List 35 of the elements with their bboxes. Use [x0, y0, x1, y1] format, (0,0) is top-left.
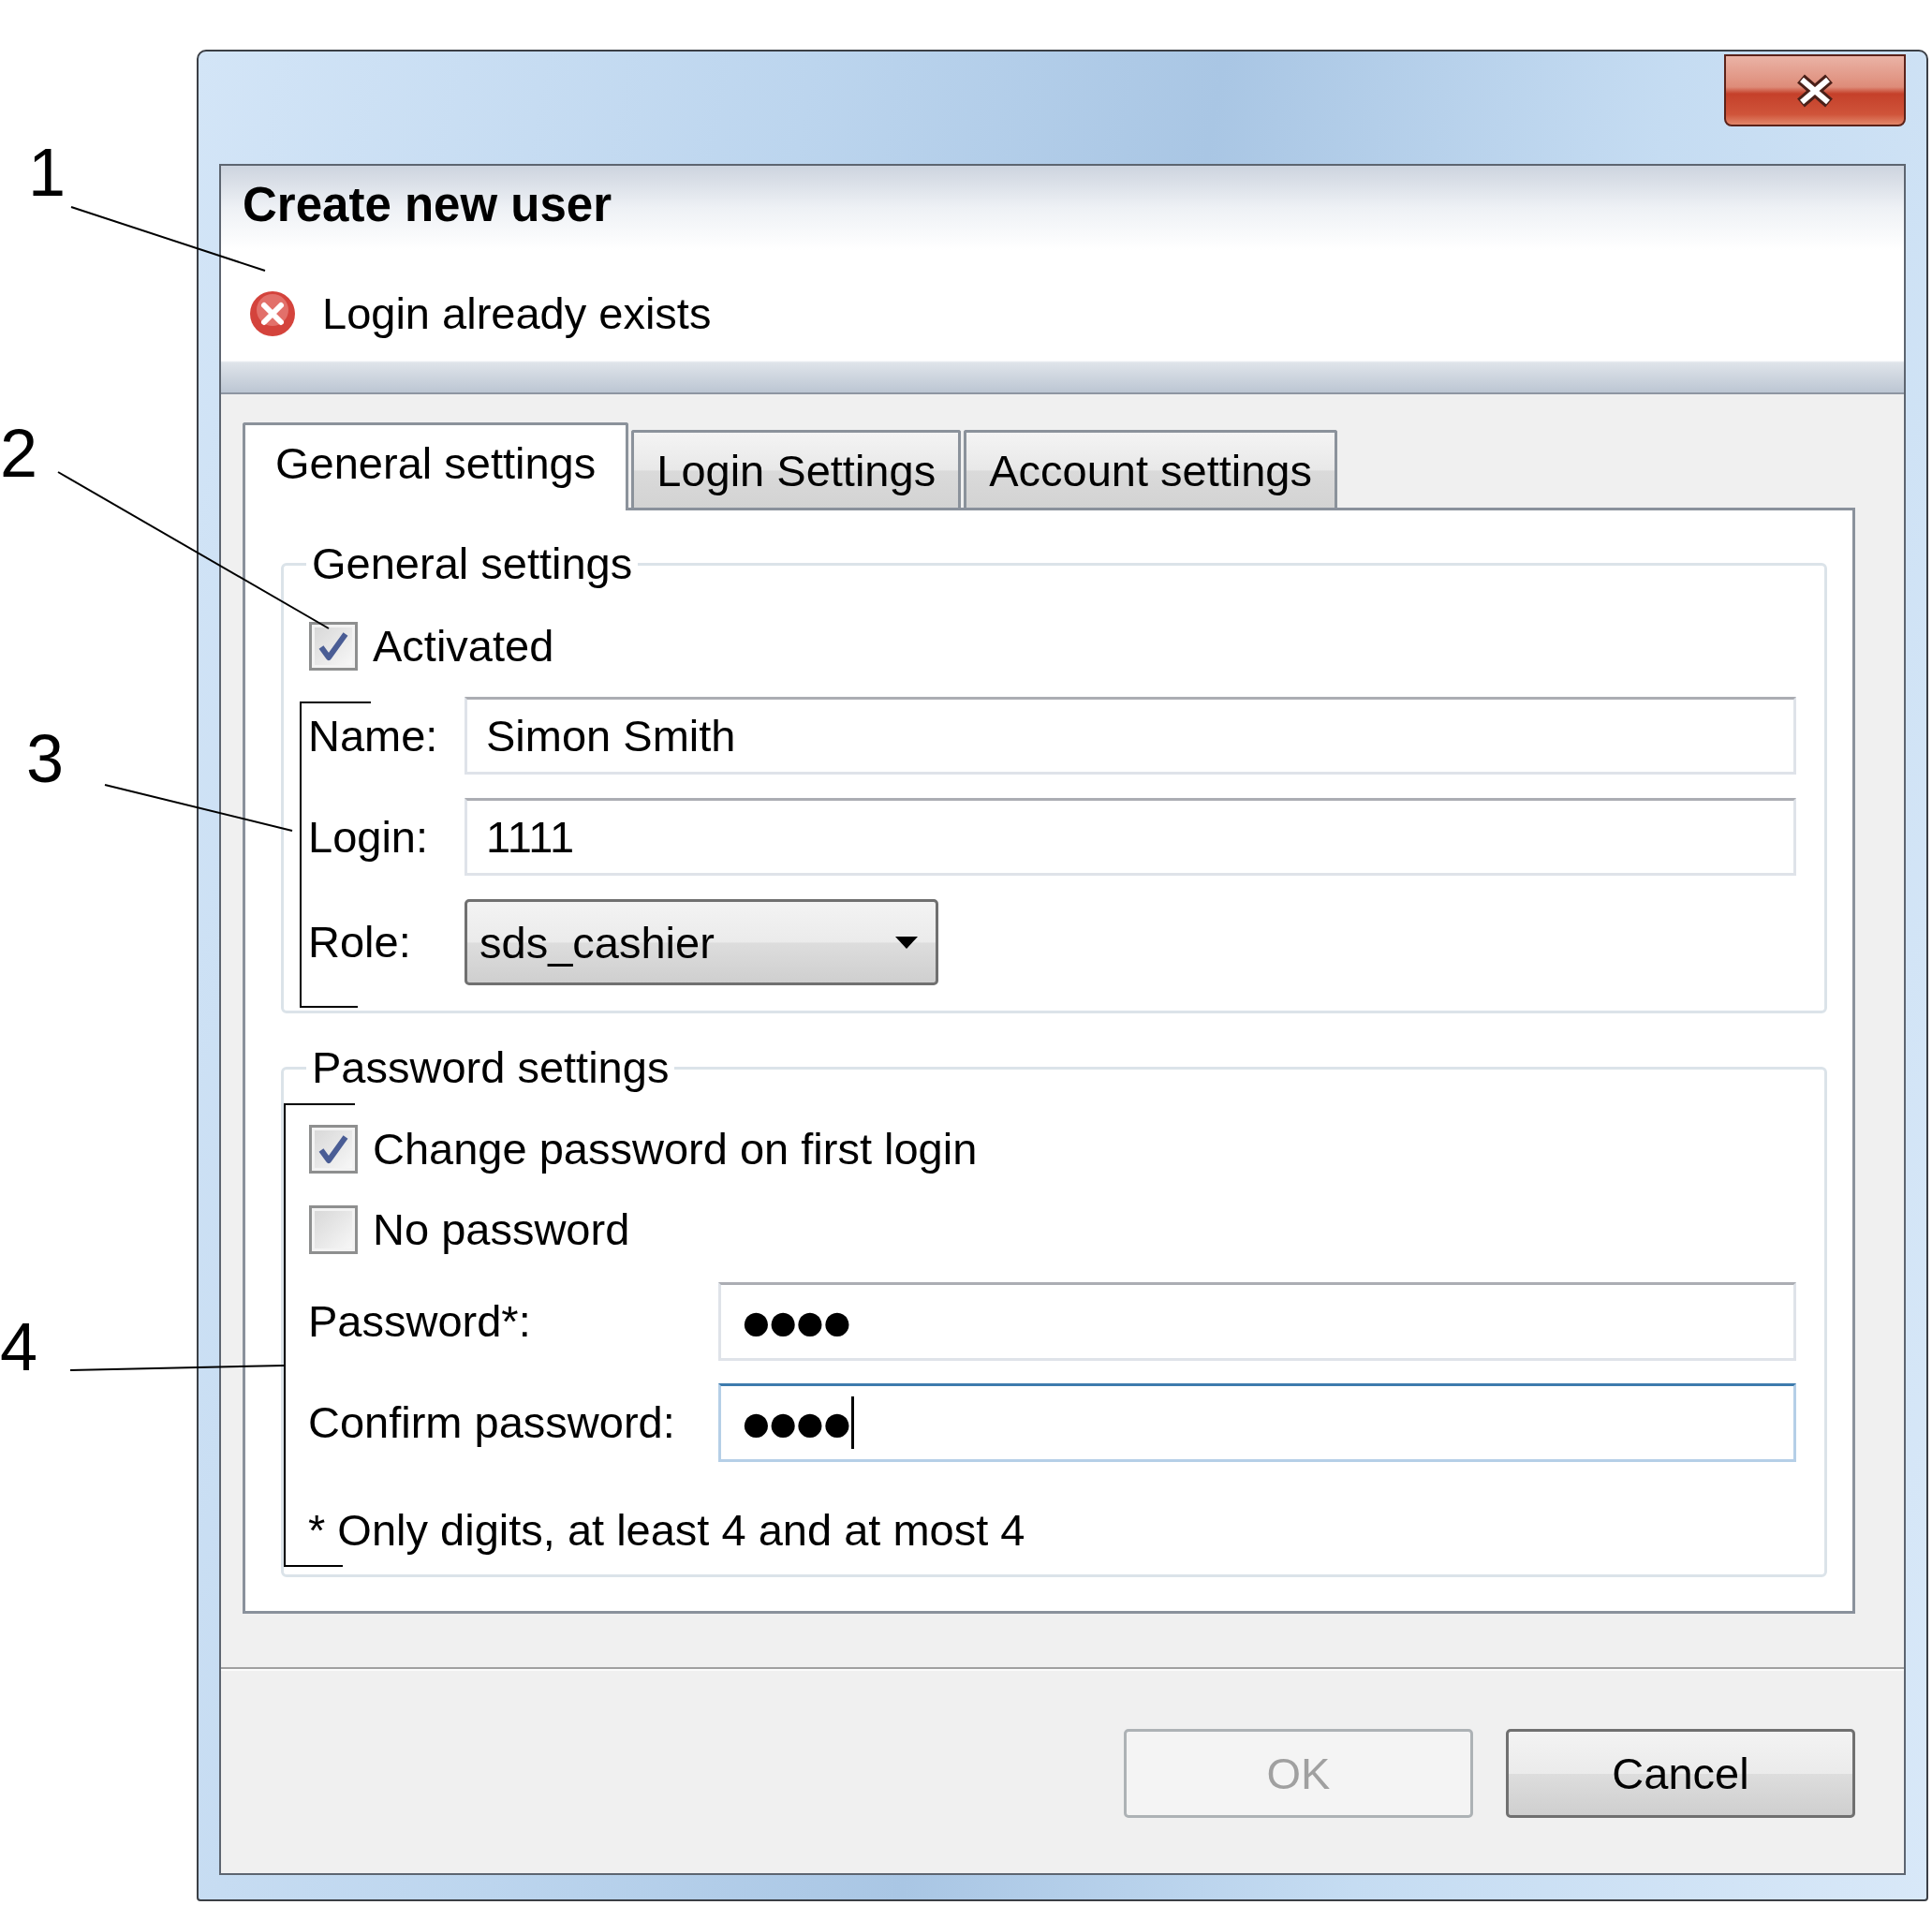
password-field[interactable]: ●●●● — [718, 1282, 1796, 1361]
field-label: Login: — [308, 810, 429, 864]
field-label: Role: — [308, 916, 411, 968]
checkmark-icon — [318, 1133, 348, 1164]
text-cursor — [851, 1396, 855, 1449]
field-label: Confirm password: — [308, 1396, 675, 1449]
checkbox-label[interactable]: Activated — [373, 619, 554, 672]
text-field[interactable]: 1111 — [465, 798, 1796, 876]
checkbox[interactable] — [309, 1124, 358, 1174]
checkbox-label[interactable]: Change password on first login — [373, 1122, 978, 1175]
close-button[interactable] — [1724, 54, 1906, 126]
checkbox-label[interactable]: No password — [373, 1203, 630, 1256]
checkbox[interactable] — [309, 621, 358, 671]
caret-icon — [895, 936, 918, 949]
password-field[interactable]: ●●●● — [718, 1383, 1796, 1462]
role-dropdown[interactable]: sds_cashier — [465, 899, 938, 985]
text-field[interactable]: Simon Smith — [465, 697, 1796, 775]
tab[interactable]: Account settings — [964, 430, 1337, 508]
group-title: General settings — [311, 538, 634, 590]
callout-number: 4 — [0, 1313, 38, 1381]
callout-number: 3 — [26, 725, 65, 792]
callout-number: 2 — [0, 420, 38, 487]
callout-number: 1 — [28, 139, 66, 206]
error-message: Login already exists — [322, 288, 712, 340]
error-icon — [249, 290, 296, 337]
tab[interactable]: Login Settings — [631, 430, 962, 508]
field-label: Password*: — [308, 1295, 531, 1348]
tab[interactable]: General settings — [243, 422, 629, 510]
checkbox[interactable] — [309, 1204, 358, 1254]
dialog-title: Create new user — [243, 177, 612, 233]
checkmark-icon — [318, 630, 348, 661]
password-hint: * Only digits, at least 4 and at most 4 — [308, 1504, 1025, 1557]
field-label: Name: — [308, 709, 438, 762]
group-title: Password settings — [311, 1041, 671, 1094]
cancel-button[interactable]: Cancel — [1506, 1729, 1855, 1818]
